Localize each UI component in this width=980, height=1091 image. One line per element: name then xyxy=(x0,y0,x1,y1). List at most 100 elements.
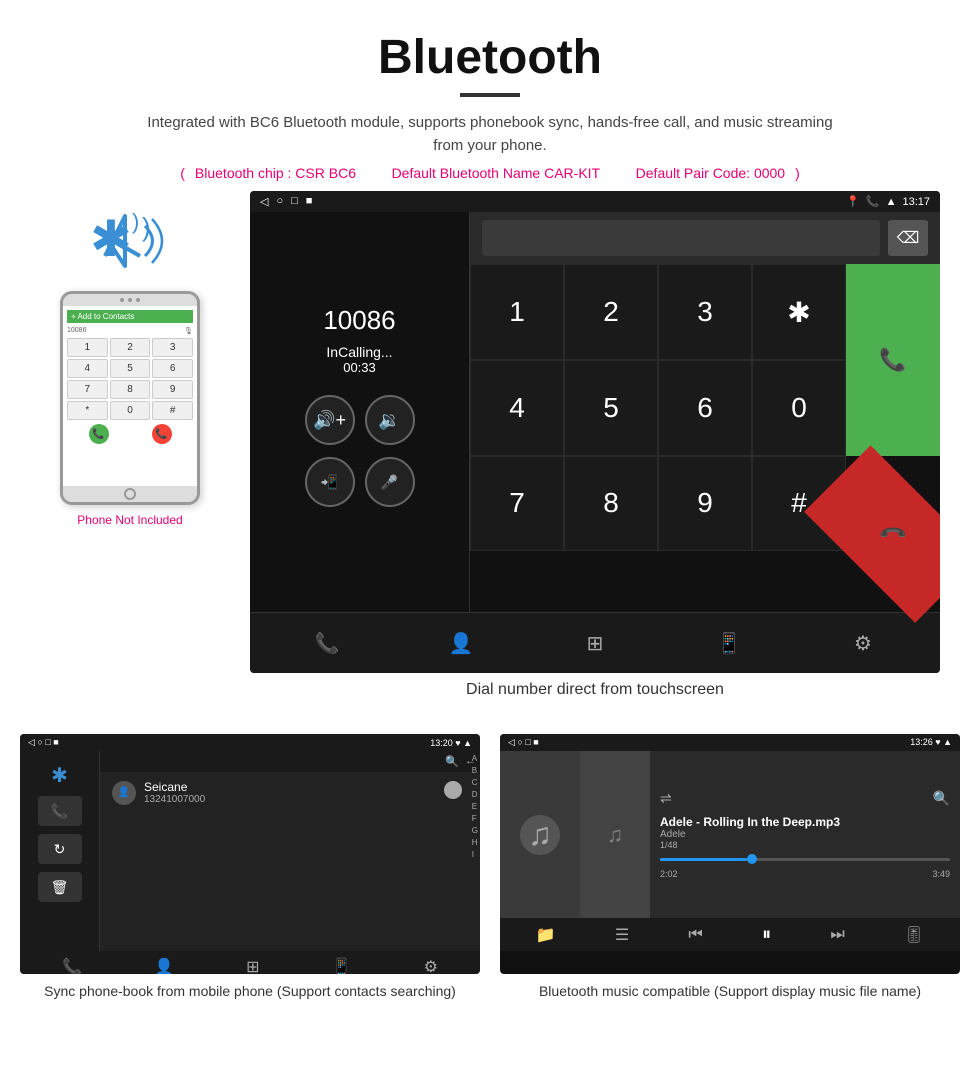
phone-home-bar xyxy=(63,486,197,502)
music-status-right: 13:26 ♥ ▲ xyxy=(910,737,952,748)
phone-key-7[interactable]: 7 xyxy=(67,380,108,399)
main-content: ✱ ) ) + Add to Contacts xyxy=(0,191,980,734)
pb-contact-row: 👤 Seicane 13241007000 xyxy=(100,772,480,813)
key-2[interactable]: 2 xyxy=(564,264,658,360)
calls-tab-icon[interactable]: 📞 xyxy=(307,623,347,663)
dial-delete-button[interactable]: ⌫ xyxy=(888,220,928,256)
phone-key-8[interactable]: 8 xyxy=(110,380,151,399)
music-play-button[interactable]: ⏸ xyxy=(762,924,771,945)
search-icon[interactable]: 🔍 xyxy=(933,790,950,807)
pb-nav-icons: ◁ ○ □ ■ xyxy=(28,737,59,748)
pb-delete-button[interactable]: 🗑 xyxy=(38,872,82,902)
pb-call-button[interactable]: 📞 xyxy=(38,796,82,826)
phone-key-3[interactable]: 3 xyxy=(152,338,193,357)
key-0[interactable]: 0 xyxy=(752,360,846,455)
pb-signal-icon: ♥ ▲ xyxy=(455,738,472,748)
dial-input-field[interactable] xyxy=(482,220,880,256)
keypad-tab-icon[interactable]: ⊞ xyxy=(575,623,615,663)
status-right: 📍 📞 ▲ 13:17 xyxy=(846,195,930,208)
mute-button[interactable]: 🎤 xyxy=(365,457,415,507)
contacts-tab-icon[interactable]: 👤 xyxy=(441,623,481,663)
pb-sync-button[interactable]: ↻ xyxy=(38,834,82,864)
phone-keypad: 1 2 3 4 5 6 7 8 9 * 0 # xyxy=(67,338,193,420)
phone-key-6[interactable]: 6 xyxy=(152,359,193,378)
pb-scroll-indicator xyxy=(444,781,462,799)
pb-top-bar: 🔍 ← xyxy=(100,751,480,772)
spec-code: Default Pair Code: 0000 xyxy=(636,165,785,181)
bt-symbol-overlay xyxy=(80,201,180,281)
phone-action-buttons: 📞 📞 xyxy=(67,424,193,444)
music-eq-icon[interactable]: 🎚 xyxy=(904,925,924,945)
music-time: 13:26 xyxy=(910,737,933,747)
phone-key-9[interactable]: 9 xyxy=(152,380,193,399)
key-star[interactable]: ✱ xyxy=(752,264,846,360)
pb-settings-tab[interactable]: ⚙ xyxy=(424,957,438,974)
settings-tab-icon[interactable]: ⚙ xyxy=(843,623,883,663)
phone-key-hash[interactable]: # xyxy=(152,401,193,420)
pb-status-right: 13:20 ♥ ▲ xyxy=(430,738,472,748)
dial-controls: 🔊+ 🔉 xyxy=(305,395,415,445)
key-7[interactable]: 7 xyxy=(470,456,564,551)
music-status-bar: ◁ ○ □ ■ 13:26 ♥ ▲ xyxy=(500,734,960,751)
pb-contact-info: Seicane 13241007000 xyxy=(144,780,205,805)
phone-key-star[interactable]: * xyxy=(67,401,108,420)
phone-key-5[interactable]: 5 xyxy=(110,359,151,378)
music-note-icon-2: ♫ xyxy=(607,822,624,848)
shuffle-icon[interactable]: ⇌ xyxy=(660,790,672,807)
phone-mockup: + Add to Contacts 10086 🎙 1 2 3 4 5 6 7 … xyxy=(60,291,200,505)
dial-status-bar: ◁ ○ □ ■ 📍 📞 ▲ 13:17 xyxy=(250,191,940,212)
phone-dialer-top: 10086 🎙 xyxy=(67,327,193,335)
volume-up-button[interactable]: 🔊+ xyxy=(305,395,355,445)
key-4[interactable]: 4 xyxy=(470,360,564,455)
music-progress-dot xyxy=(747,854,757,864)
call-button[interactable]: 📞 xyxy=(846,264,940,456)
music-track-title: Adele - Rolling In the Deep.mp3 xyxy=(660,815,950,829)
pb-keypad-tab[interactable]: ⊞ xyxy=(246,957,259,974)
music-artist-name: Adele xyxy=(660,829,950,840)
pb-contacts-tab[interactable]: 👤 xyxy=(154,957,174,974)
pb-alphabet-index: ABCDEFGHI xyxy=(470,751,480,863)
key-8[interactable]: 8 xyxy=(564,456,658,551)
music-time-display: 2:02 3:49 xyxy=(660,869,950,879)
transfer-button[interactable]: 📲 xyxy=(305,457,355,507)
volume-down-button[interactable]: 🔉 xyxy=(365,395,415,445)
key-1[interactable]: 1 xyxy=(470,264,564,360)
dial-controls-2: 📲 🎤 xyxy=(305,457,415,507)
pb-search-top-icon[interactable]: 🔍 xyxy=(445,755,459,768)
pb-transfer-tab[interactable]: 📱 xyxy=(332,957,352,974)
key-9[interactable]: 9 xyxy=(658,456,752,551)
phone-key-1[interactable]: 1 xyxy=(67,338,108,357)
music-folder-icon[interactable]: 📁 xyxy=(536,925,556,945)
music-list-icon[interactable]: ☰ xyxy=(615,925,629,945)
phone-screen: + Add to Contacts 10086 🎙 1 2 3 4 5 6 7 … xyxy=(63,306,197,486)
pb-calls-tab[interactable]: 📞 xyxy=(62,957,82,974)
bottom-row: ◁ ○ □ ■ 13:20 ♥ ▲ ✱ 📞 ↻ 🗑 🔍 xyxy=(0,734,980,1022)
music-progress-bar[interactable] xyxy=(660,858,950,861)
music-caption: Bluetooth music compatible (Support disp… xyxy=(500,982,960,1002)
key-3[interactable]: 3 xyxy=(658,264,752,360)
pb-bluetooth-icon: ✱ xyxy=(51,763,68,788)
key-5[interactable]: 5 xyxy=(564,360,658,455)
transfer-tab-icon[interactable]: 📱 xyxy=(709,623,749,663)
phone-home-button[interactable] xyxy=(124,488,136,500)
specs-text: (Bluetooth chip : CSR BC6 Default Blueto… xyxy=(20,165,960,181)
music-progress-fill xyxy=(660,858,747,861)
music-album-art-main: ♫ xyxy=(500,751,580,918)
title-divider xyxy=(460,93,520,97)
key-6[interactable]: 6 xyxy=(658,360,752,455)
phone-number: 10086 xyxy=(67,327,86,335)
phone-key-4[interactable]: 4 xyxy=(67,359,108,378)
dial-time: 13:17 xyxy=(902,196,930,208)
subtitle-text: Integrated with BC6 Bluetooth module, su… xyxy=(140,112,840,157)
phone-call-button[interactable]: 📞 xyxy=(89,424,109,444)
phonebook-item: ◁ ○ □ ■ 13:20 ♥ ▲ ✱ 📞 ↻ 🗑 🔍 xyxy=(20,734,480,1002)
phone-end-button[interactable]: 📞 xyxy=(152,424,172,444)
music-main: ♫ ♫ ⇌ 🔍 Adele - Rolling In the Deep.mp3 … xyxy=(500,751,960,918)
phone-key-0[interactable]: 0 xyxy=(110,401,151,420)
phone-key-2[interactable]: 2 xyxy=(110,338,151,357)
music-prev-icon[interactable]: ⏮ xyxy=(688,926,702,944)
music-signal-icon: ♥ ▲ xyxy=(935,737,952,747)
bluetooth-icon-wrapper: ✱ ) ) xyxy=(80,201,180,281)
music-next-icon[interactable]: ⏭ xyxy=(830,926,844,944)
phone-not-included-label: Phone Not Included xyxy=(77,513,182,527)
